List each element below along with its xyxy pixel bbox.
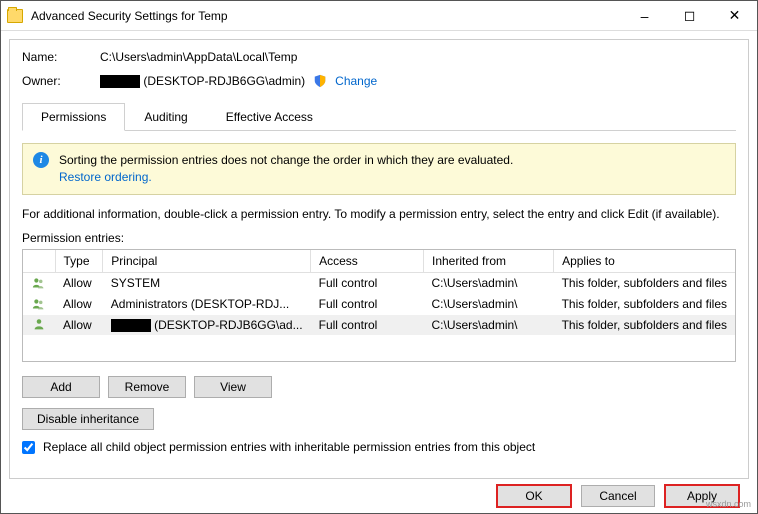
disable-inheritance-button[interactable]: Disable inheritance bbox=[22, 408, 154, 430]
row-access: Full control bbox=[311, 272, 424, 293]
row-applies: This folder, subfolders and files bbox=[554, 294, 735, 315]
tab-effective-access[interactable]: Effective Access bbox=[207, 103, 332, 131]
info-box: i Sorting the permission entries does no… bbox=[22, 143, 736, 195]
info-icon: i bbox=[33, 152, 49, 168]
cancel-button[interactable]: Cancel bbox=[581, 485, 655, 507]
col-icon[interactable] bbox=[23, 250, 55, 273]
row-inherited: C:\Users\admin\ bbox=[423, 315, 553, 336]
maximize-button[interactable]: ◻ bbox=[667, 1, 712, 30]
row-applies: This folder, subfolders and files bbox=[554, 315, 735, 336]
row-principal: SYSTEM bbox=[103, 272, 311, 293]
folder-icon bbox=[7, 9, 23, 23]
entry-buttons: Add Remove View bbox=[22, 376, 736, 398]
replace-checkbox-label: Replace all child object permission entr… bbox=[43, 440, 535, 454]
window: Advanced Security Settings for Temp – ◻ … bbox=[0, 0, 758, 514]
content: Name: C:\Users\admin\AppData\Local\Temp … bbox=[9, 39, 749, 479]
row-icon bbox=[23, 272, 55, 293]
apply-button[interactable]: Apply bbox=[665, 485, 739, 507]
row-icon bbox=[23, 294, 55, 315]
col-principal[interactable]: Principal bbox=[103, 250, 311, 273]
window-title: Advanced Security Settings for Temp bbox=[31, 9, 622, 23]
tabs: Permissions Auditing Effective Access bbox=[22, 102, 736, 131]
tab-pane: i Sorting the permission entries does no… bbox=[22, 131, 736, 472]
table-row[interactable]: Allow (DESKTOP-RDJB6GG\ad...Full control… bbox=[23, 315, 735, 336]
col-access[interactable]: Access bbox=[311, 250, 424, 273]
owner-row: Owner: (DESKTOP-RDJB6GG\admin) Change bbox=[22, 74, 736, 88]
table-row[interactable]: AllowSYSTEMFull controlC:\Users\admin\Th… bbox=[23, 272, 735, 293]
row-icon bbox=[23, 315, 55, 336]
row-access: Full control bbox=[311, 315, 424, 336]
add-button[interactable]: Add bbox=[22, 376, 100, 398]
replace-checkbox[interactable] bbox=[22, 441, 35, 454]
restore-ordering-link[interactable]: Restore ordering. bbox=[59, 170, 152, 184]
table-row[interactable]: AllowAdministrators (DESKTOP-RDJ...Full … bbox=[23, 294, 735, 315]
tab-permissions[interactable]: Permissions bbox=[22, 103, 125, 131]
row-access: Full control bbox=[311, 294, 424, 315]
shield-icon bbox=[313, 74, 327, 88]
row-type: Allow bbox=[55, 315, 103, 336]
replace-checkbox-row[interactable]: Replace all child object permission entr… bbox=[22, 440, 736, 454]
window-controls: – ◻ ✕ bbox=[622, 1, 757, 30]
row-applies: This folder, subfolders and files bbox=[554, 272, 735, 293]
row-principal: Administrators (DESKTOP-RDJ... bbox=[103, 294, 311, 315]
owner-label: Owner: bbox=[22, 74, 100, 88]
inheritance-buttons: Disable inheritance bbox=[22, 408, 736, 430]
entries-label: Permission entries: bbox=[22, 231, 736, 245]
row-principal: (DESKTOP-RDJB6GG\ad... bbox=[103, 315, 311, 336]
name-row: Name: C:\Users\admin\AppData\Local\Temp bbox=[22, 50, 736, 64]
row-inherited: C:\Users\admin\ bbox=[423, 294, 553, 315]
owner-redacted: (DESKTOP-RDJB6GG\admin) bbox=[100, 74, 305, 88]
content-outer: Name: C:\Users\admin\AppData\Local\Temp … bbox=[1, 31, 757, 513]
hint-text: For additional information, double-click… bbox=[22, 207, 736, 221]
minimize-button[interactable]: – bbox=[622, 1, 667, 30]
dialog-buttons: OK Cancel Apply bbox=[9, 479, 749, 513]
tab-auditing[interactable]: Auditing bbox=[125, 103, 206, 131]
col-inherited[interactable]: Inherited from bbox=[423, 250, 553, 273]
col-type[interactable]: Type bbox=[55, 250, 103, 273]
name-label: Name: bbox=[22, 50, 100, 64]
close-button[interactable]: ✕ bbox=[712, 1, 757, 30]
table-header-row: Type Principal Access Inherited from App… bbox=[23, 250, 735, 273]
view-button[interactable]: View bbox=[194, 376, 272, 398]
col-applies[interactable]: Applies to bbox=[554, 250, 735, 273]
owner-suffix: (DESKTOP-RDJB6GG\admin) bbox=[143, 74, 305, 88]
name-value: C:\Users\admin\AppData\Local\Temp bbox=[100, 50, 736, 64]
info-text: Sorting the permission entries does not … bbox=[59, 152, 513, 186]
remove-button[interactable]: Remove bbox=[108, 376, 186, 398]
titlebar: Advanced Security Settings for Temp – ◻ … bbox=[1, 1, 757, 31]
permission-table: Type Principal Access Inherited from App… bbox=[22, 249, 736, 362]
info-line1: Sorting the permission entries does not … bbox=[59, 152, 513, 169]
change-owner-link[interactable]: Change bbox=[335, 74, 377, 88]
ok-button[interactable]: OK bbox=[497, 485, 571, 507]
owner-value: (DESKTOP-RDJB6GG\admin) Change bbox=[100, 74, 736, 88]
row-type: Allow bbox=[55, 294, 103, 315]
row-inherited: C:\Users\admin\ bbox=[423, 272, 553, 293]
row-type: Allow bbox=[55, 272, 103, 293]
